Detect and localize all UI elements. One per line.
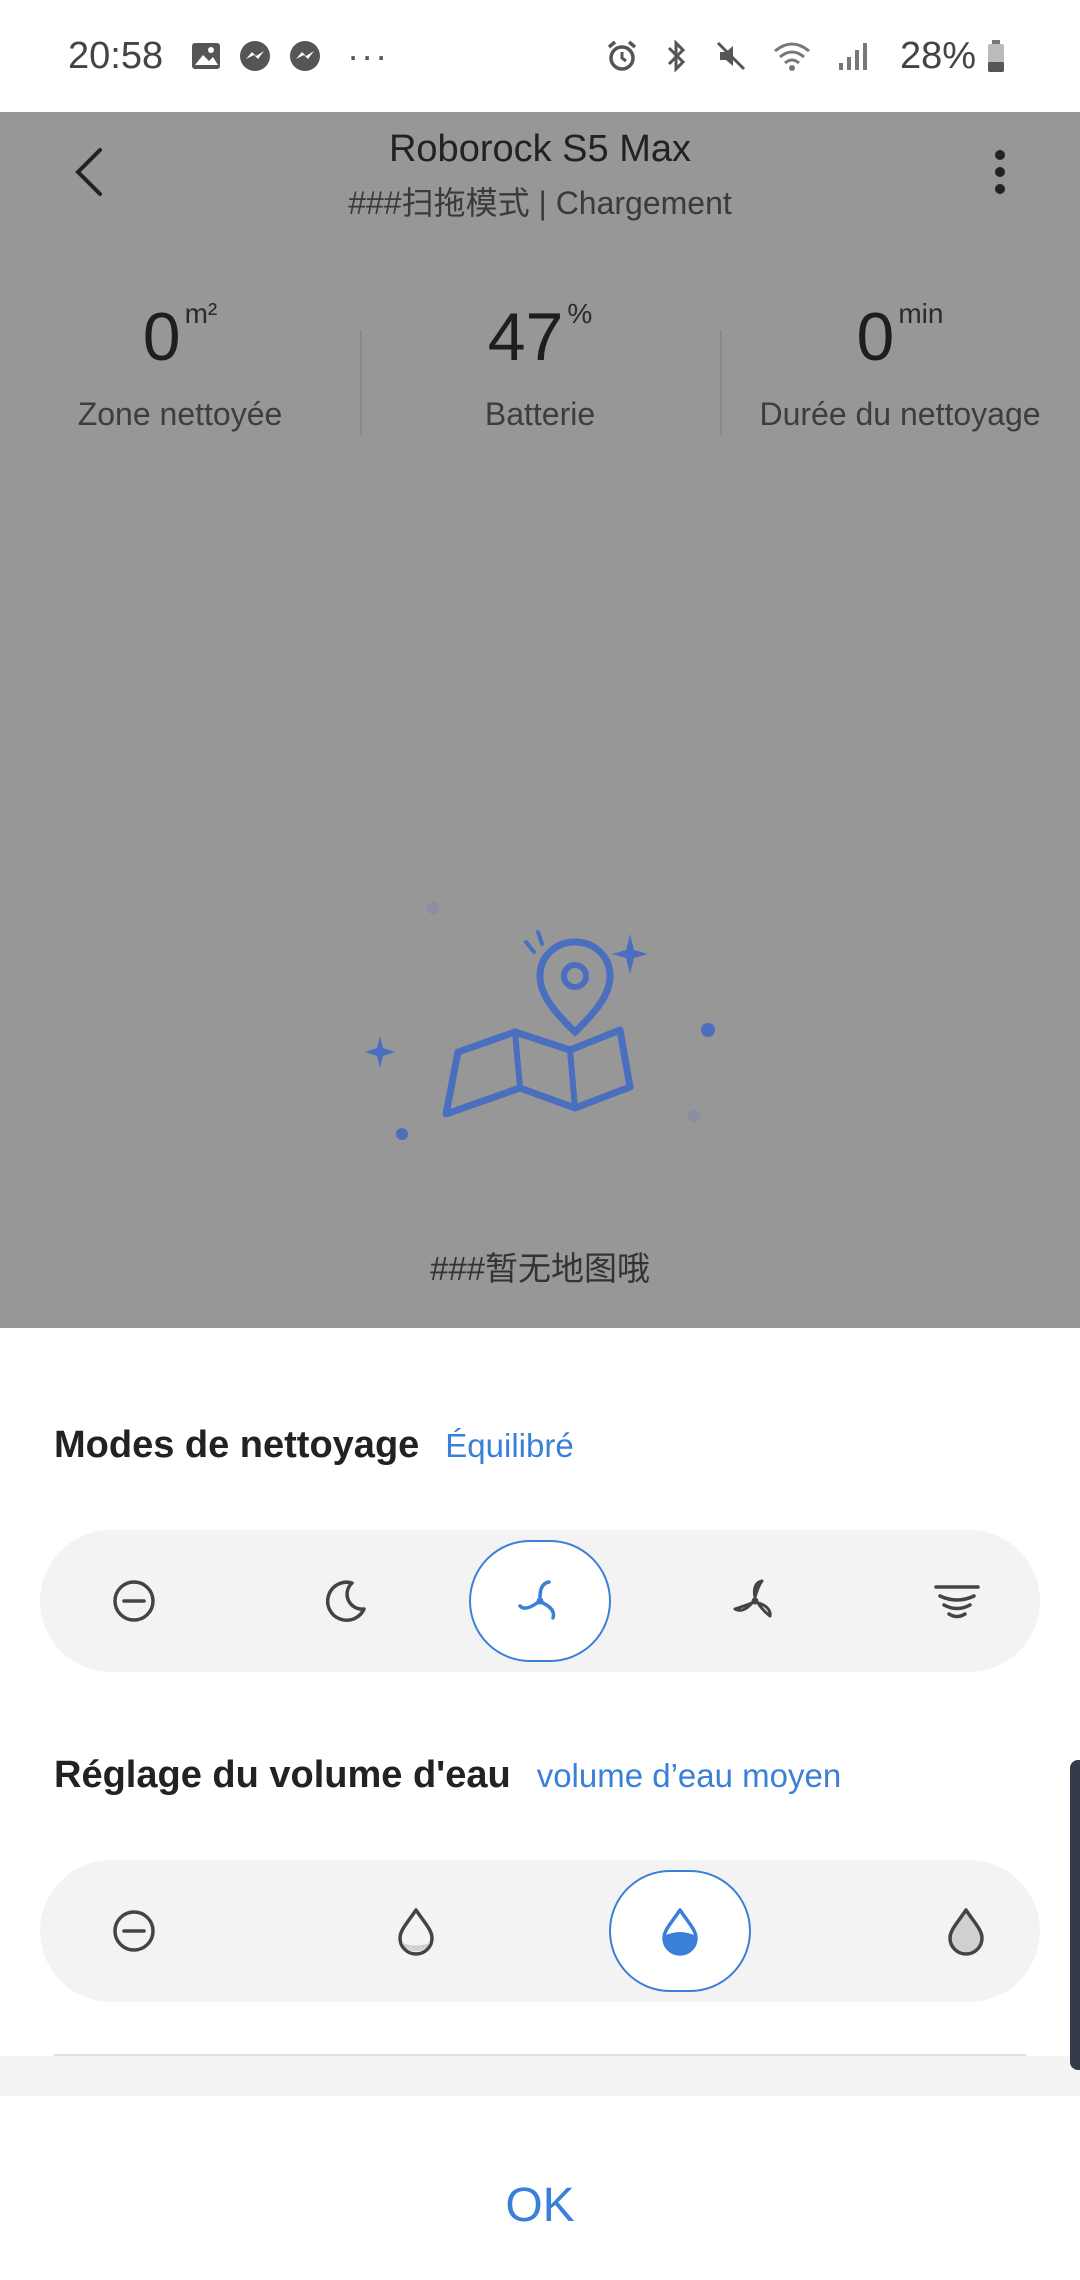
messenger-notification-icon (237, 38, 273, 74)
status-bar: 20:58 ··· 28% (0, 0, 1080, 112)
confirm-bar-separator (0, 2056, 1080, 2096)
water-volume-selector (40, 1860, 1040, 2002)
cleaning-modes-title: Modes de nettoyage (54, 1424, 420, 1466)
balanced-fan-icon (518, 1580, 556, 1620)
max-tornado-icon (934, 1585, 980, 1619)
turbo-fan-icon (733, 1579, 772, 1618)
signal-icon (836, 39, 870, 73)
no-map-message: ###暂无地图哦 (429, 1250, 651, 1287)
stat-label: Durée du nettoyage (759, 396, 1041, 432)
cleaning-mode-selector (40, 1530, 1040, 1672)
stat-value: 0 (142, 299, 181, 375)
water-volume-selected: volume d’eau moyen (536, 1757, 842, 1794)
off-icon (113, 1580, 155, 1622)
stat-value: 0 (856, 299, 895, 375)
cleaning-mode-max-option[interactable] (886, 1540, 1028, 1662)
stat-cleaning-duration: 0 min Durée du nettoyage (720, 290, 1080, 460)
empty-map-illustration (340, 882, 740, 1202)
ok-button[interactable]: OK (0, 2178, 1080, 2233)
stat-value: 47 (487, 299, 564, 375)
water-volume-high-option[interactable] (895, 1870, 1037, 1992)
more-vertical-icon (995, 150, 1005, 194)
water-volume-header: Réglage du volume d'eau volume d’eau moy… (54, 1754, 841, 1797)
stat-label: Zone nettoyée (77, 396, 283, 432)
high-water-drop-icon (948, 1908, 984, 1956)
battery-icon (986, 39, 1006, 73)
water-volume-off-option[interactable] (63, 1870, 205, 1992)
water-volume-low-option[interactable] (345, 1870, 487, 1992)
settings-bottom-sheet: Modes de nettoyage Équilibré Réglage du … (0, 1328, 1080, 2280)
medium-water-drop-icon (662, 1908, 698, 1956)
app-header: Roborock S5 Max ###扫拖模式 | Chargement (0, 112, 1080, 282)
cleaning-modes-header: Modes de nettoyage Équilibré (54, 1424, 574, 1467)
device-status-subtitle: ###扫拖模式 | Chargement (348, 185, 732, 221)
device-title: Roborock S5 Max (388, 128, 691, 170)
more-options-button[interactable] (980, 140, 1020, 204)
off-icon (113, 1910, 155, 1952)
stats-row: 0 m² Zone nettoyée 47% Batterie 0 min Duré… (0, 290, 1080, 460)
water-volume-medium-option[interactable] (609, 1870, 751, 1992)
cleaning-modes-selected: Équilibré (445, 1427, 574, 1464)
water-volume-title: Réglage du volume d'eau (54, 1754, 511, 1796)
stat-cleaned-area: 0 m² Zone nettoyée (0, 290, 360, 460)
status-time: 20:58 (68, 34, 164, 77)
stat-battery: 47% Batterie (360, 290, 720, 460)
messenger-notification-icon-2 (287, 38, 323, 74)
gallery-notification-icon (189, 39, 223, 73)
mute-icon (714, 39, 748, 73)
low-water-drop-icon (398, 1908, 434, 1956)
stat-unit: min (898, 298, 944, 329)
wifi-icon (772, 39, 812, 73)
cleaning-mode-balanced-option[interactable] (469, 1540, 611, 1662)
more-notifications-icon: ··· (347, 35, 390, 76)
bluetooth-icon (664, 38, 690, 74)
edge-panel-handle[interactable] (1070, 1760, 1080, 2070)
alarm-icon (604, 38, 640, 74)
cleaning-mode-off-option[interactable] (63, 1540, 205, 1662)
cleaning-mode-quiet-option[interactable] (275, 1540, 417, 1662)
device-dashboard: Roborock S5 Max ###扫拖模式 | Chargement 0 m²… (0, 112, 1080, 1328)
stat-unit: m² (184, 298, 218, 329)
stat-unit: % (567, 298, 593, 329)
cleaning-mode-turbo-option[interactable] (684, 1540, 826, 1662)
stat-label: Batterie (484, 396, 596, 432)
quiet-moon-icon (325, 1580, 366, 1622)
battery-percent: 28% (899, 34, 976, 77)
